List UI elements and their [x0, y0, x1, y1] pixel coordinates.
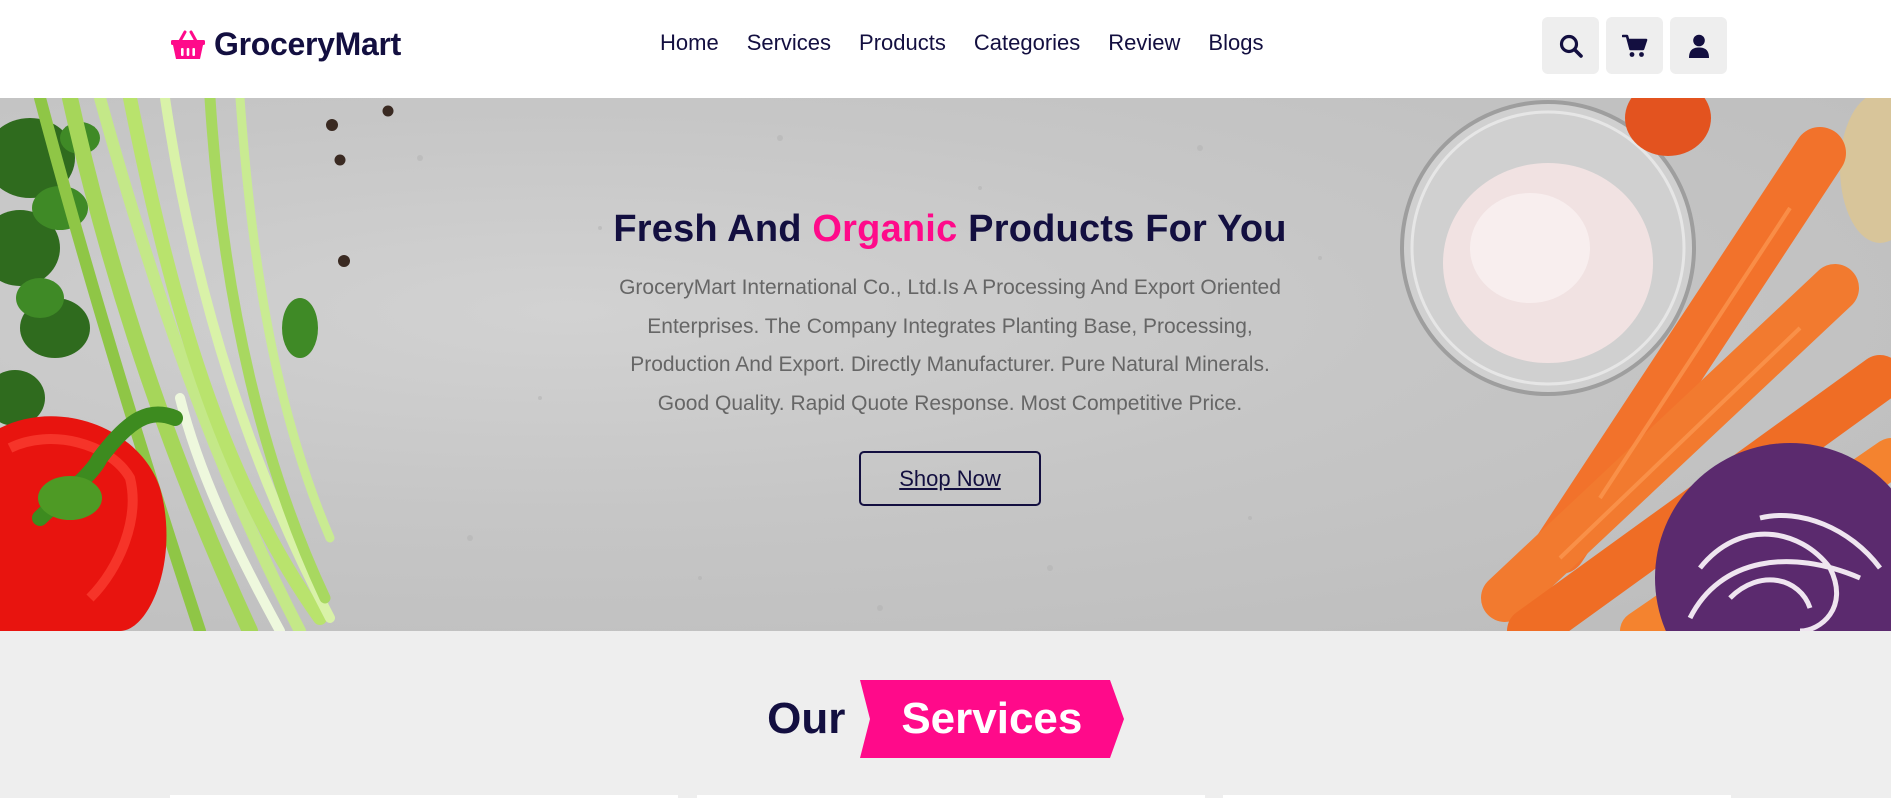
hero-title-part2: Products For You [968, 208, 1287, 250]
nav-review[interactable]: Review [1108, 30, 1180, 56]
services-heading-ribbon: Services [859, 680, 1124, 758]
nav-home[interactable]: Home [660, 30, 719, 56]
hero-title: Fresh And Organic Products For You [560, 208, 1340, 251]
hero-content: Fresh And Organic Products For You Groce… [560, 208, 1340, 506]
services-section-heading: Our Services [0, 680, 1891, 758]
nav-blogs[interactable]: Blogs [1208, 30, 1263, 56]
hero-banner: Fresh And Organic Products For You Groce… [0, 98, 1891, 631]
cart-button[interactable] [1606, 17, 1663, 74]
header-actions [1542, 17, 1727, 74]
nav-categories[interactable]: Categories [974, 30, 1080, 56]
brand-logo[interactable]: GroceryMart [170, 26, 401, 63]
nav-products[interactable]: Products [859, 30, 946, 56]
cart-icon [1621, 34, 1647, 57]
main-nav: Home Services Products Categories Review… [660, 30, 1263, 56]
basket-icon [171, 30, 205, 59]
hero-description-line: Good Quality. Rapid Quote Response. Most… [657, 391, 1243, 415]
hero-description-line: GroceryMart International Co., Ltd.Is A … [619, 276, 1281, 299]
nav-services[interactable]: Services [747, 30, 831, 56]
hero-description: GroceryMart International Co., Ltd.Is A … [560, 269, 1340, 423]
shop-now-button[interactable]: Shop Now [859, 451, 1041, 506]
account-button[interactable] [1670, 17, 1727, 74]
hero-description-line: Production And Export. Directly Manufact… [630, 353, 1270, 376]
site-header: GroceryMart Home Services Products Categ… [0, 0, 1891, 98]
services-heading-plain: Our [767, 694, 846, 743]
hero-description-line: Enterprises. The Company Integrates Plan… [647, 314, 1253, 338]
brand-name: GroceryMart [214, 26, 401, 62]
services-heading-highlight: Services [901, 694, 1083, 743]
user-icon [1688, 34, 1709, 58]
hero-title-part1: Fresh And [613, 208, 802, 250]
hero-title-accent: Organic [812, 208, 958, 250]
search-button[interactable] [1542, 17, 1599, 74]
search-icon [1559, 34, 1583, 58]
